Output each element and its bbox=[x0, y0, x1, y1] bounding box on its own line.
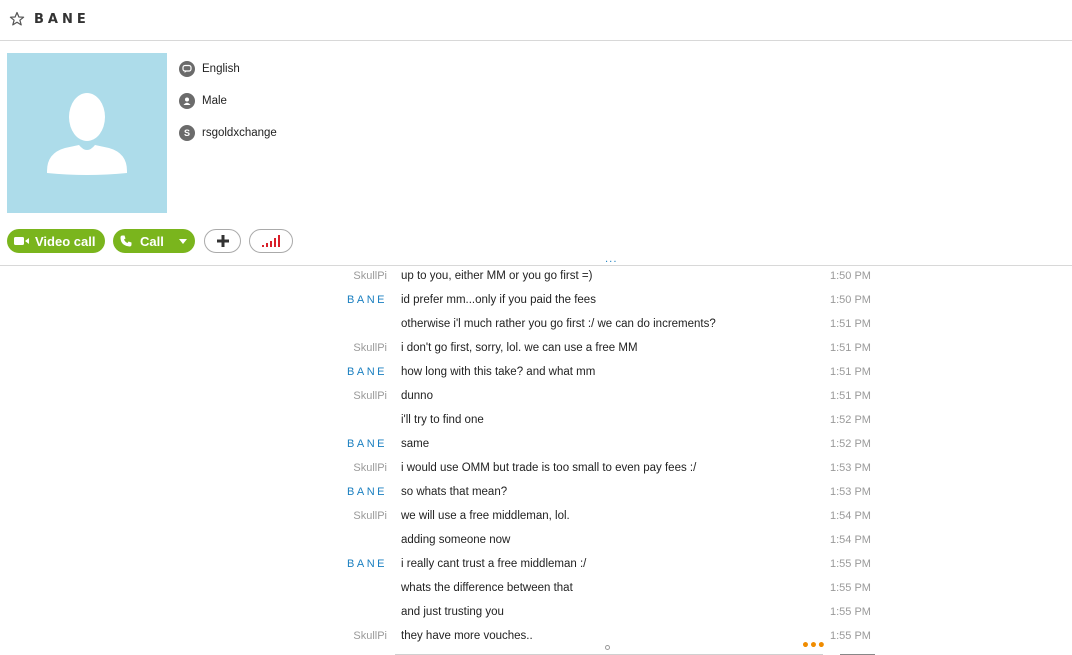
message-text: i'll try to find one bbox=[401, 414, 484, 426]
svg-text:S: S bbox=[184, 128, 190, 138]
message-time: 1:55 PM bbox=[830, 606, 871, 618]
avatar bbox=[7, 53, 167, 213]
chat-message: whats the difference between that 1:55 P… bbox=[0, 578, 1072, 602]
message-time: 1:54 PM bbox=[830, 510, 871, 522]
message-time: 1:53 PM bbox=[830, 486, 871, 498]
message-text: we will use a free middleman, lol. bbox=[401, 510, 570, 522]
video-call-label: Video call bbox=[35, 233, 96, 249]
skype-icon: S bbox=[179, 125, 195, 141]
conversation-header: BANE bbox=[0, 0, 1072, 41]
message-time: 1:53 PM bbox=[830, 462, 871, 474]
chat-message: BANE i really cant trust a free middlema… bbox=[0, 554, 1072, 578]
message-time: 1:52 PM bbox=[830, 414, 871, 426]
star-icon[interactable] bbox=[9, 11, 25, 27]
message-text: id prefer mm...only if you paid the fees bbox=[401, 294, 596, 306]
default-avatar-icon bbox=[47, 93, 127, 175]
message-text: how long with this take? and what mm bbox=[401, 366, 596, 378]
message-time: 1:50 PM bbox=[830, 270, 871, 282]
chat-message: BANE so whats that mean? 1:53 PM bbox=[0, 482, 1072, 506]
phone-icon bbox=[120, 235, 132, 247]
message-text: whats the difference between that bbox=[401, 582, 573, 594]
profile-gender-row: Male bbox=[179, 93, 227, 109]
profile-skype-name: rsgoldxchange bbox=[202, 127, 277, 139]
add-to-conversation-button[interactable] bbox=[204, 229, 241, 253]
message-text: same bbox=[401, 438, 430, 450]
chat-message: SkullPi up to you, either MM or you go f… bbox=[0, 266, 1072, 290]
message-sender[interactable]: SkullPi bbox=[353, 270, 387, 282]
message-time: 1:52 PM bbox=[830, 438, 871, 450]
profile-skype-row: S rsgoldxchange bbox=[179, 125, 277, 141]
message-time: 1:51 PM bbox=[830, 342, 871, 354]
chat-message: SkullPi i don't go first, sorry, lol. we… bbox=[0, 338, 1072, 362]
message-text: i really cant trust a free middleman :/ bbox=[401, 558, 587, 570]
chevron-down-icon[interactable] bbox=[179, 239, 187, 244]
chat-message: SkullPi i would use OMM but trade is too… bbox=[0, 458, 1072, 482]
message-time: 1:55 PM bbox=[830, 582, 871, 594]
chat-message: BANE same 1:52 PM bbox=[0, 434, 1072, 458]
plus-icon bbox=[216, 235, 229, 247]
message-time: 1:50 PM bbox=[830, 294, 871, 306]
profile-language: English bbox=[202, 63, 240, 75]
message-text: so whats that mean? bbox=[401, 486, 508, 498]
message-sender[interactable]: SkullPi bbox=[353, 390, 387, 402]
chat-message: SkullPi we will use a free middleman, lo… bbox=[0, 506, 1072, 530]
speech-bubble-icon bbox=[179, 61, 195, 77]
message-time: 1:51 PM bbox=[830, 318, 871, 330]
call-label: Call bbox=[140, 233, 164, 249]
message-sender[interactable]: BANE bbox=[347, 558, 387, 570]
chat-message: adding someone now 1:54 PM bbox=[0, 530, 1072, 554]
typing-indicator-icon bbox=[605, 645, 610, 650]
message-text: i don't go first, sorry, lol. we can use… bbox=[401, 342, 638, 354]
chat-history[interactable]: SkullPi up to you, either MM or you go f… bbox=[0, 266, 1072, 655]
message-time: 1:55 PM bbox=[830, 630, 871, 642]
chat-message: BANE id prefer mm...only if you paid the… bbox=[0, 290, 1072, 314]
person-icon bbox=[179, 93, 195, 109]
message-sender[interactable]: BANE bbox=[347, 486, 387, 498]
call-button[interactable]: Call bbox=[113, 229, 195, 253]
more-options-icon[interactable]: ••• bbox=[801, 639, 826, 653]
message-sender[interactable]: SkullPi bbox=[353, 510, 387, 522]
chat-message: SkullPi dunno 1:51 PM bbox=[0, 386, 1072, 410]
chat-message: otherwise i'l much rather you go first :… bbox=[0, 314, 1072, 338]
message-sender[interactable]: SkullPi bbox=[353, 462, 387, 474]
message-sender[interactable]: BANE bbox=[347, 438, 387, 450]
pane-splitter-handle[interactable]: ... bbox=[605, 254, 618, 265]
video-camera-icon bbox=[14, 237, 29, 245]
message-text: they have more vouches.. bbox=[401, 630, 533, 642]
profile-language-row: English bbox=[179, 61, 240, 77]
message-sender[interactable]: SkullPi bbox=[353, 342, 387, 354]
message-sender[interactable]: SkullPi bbox=[353, 630, 387, 642]
message-text: i would use OMM but trade is too small t… bbox=[401, 462, 697, 474]
message-sender[interactable]: BANE bbox=[347, 294, 387, 306]
message-text: and just trusting you bbox=[401, 606, 504, 618]
message-time: 1:51 PM bbox=[830, 390, 871, 402]
chat-message: SkullPi they have more vouches.. 1:55 PM bbox=[0, 626, 1072, 650]
signal-bars-icon bbox=[262, 235, 280, 247]
message-text: dunno bbox=[401, 390, 433, 402]
chat-message: BANE how long with this take? and what m… bbox=[0, 362, 1072, 386]
message-sender[interactable]: BANE bbox=[347, 366, 387, 378]
message-time: 1:51 PM bbox=[830, 366, 871, 378]
message-text: adding someone now bbox=[401, 534, 511, 546]
message-time: 1:54 PM bbox=[830, 534, 871, 546]
call-quality-button[interactable] bbox=[249, 229, 293, 253]
message-time: 1:55 PM bbox=[830, 558, 871, 570]
profile-gender: Male bbox=[202, 95, 227, 107]
chat-message: i'll try to find one 1:52 PM bbox=[0, 410, 1072, 434]
message-text: up to you, either MM or you go first =) bbox=[401, 270, 593, 282]
chat-message: and just trusting you 1:55 PM bbox=[0, 602, 1072, 626]
message-text: otherwise i'l much rather you go first :… bbox=[401, 318, 716, 330]
contact-name-title: BANE bbox=[34, 12, 90, 27]
video-call-button[interactable]: Video call bbox=[7, 229, 105, 253]
